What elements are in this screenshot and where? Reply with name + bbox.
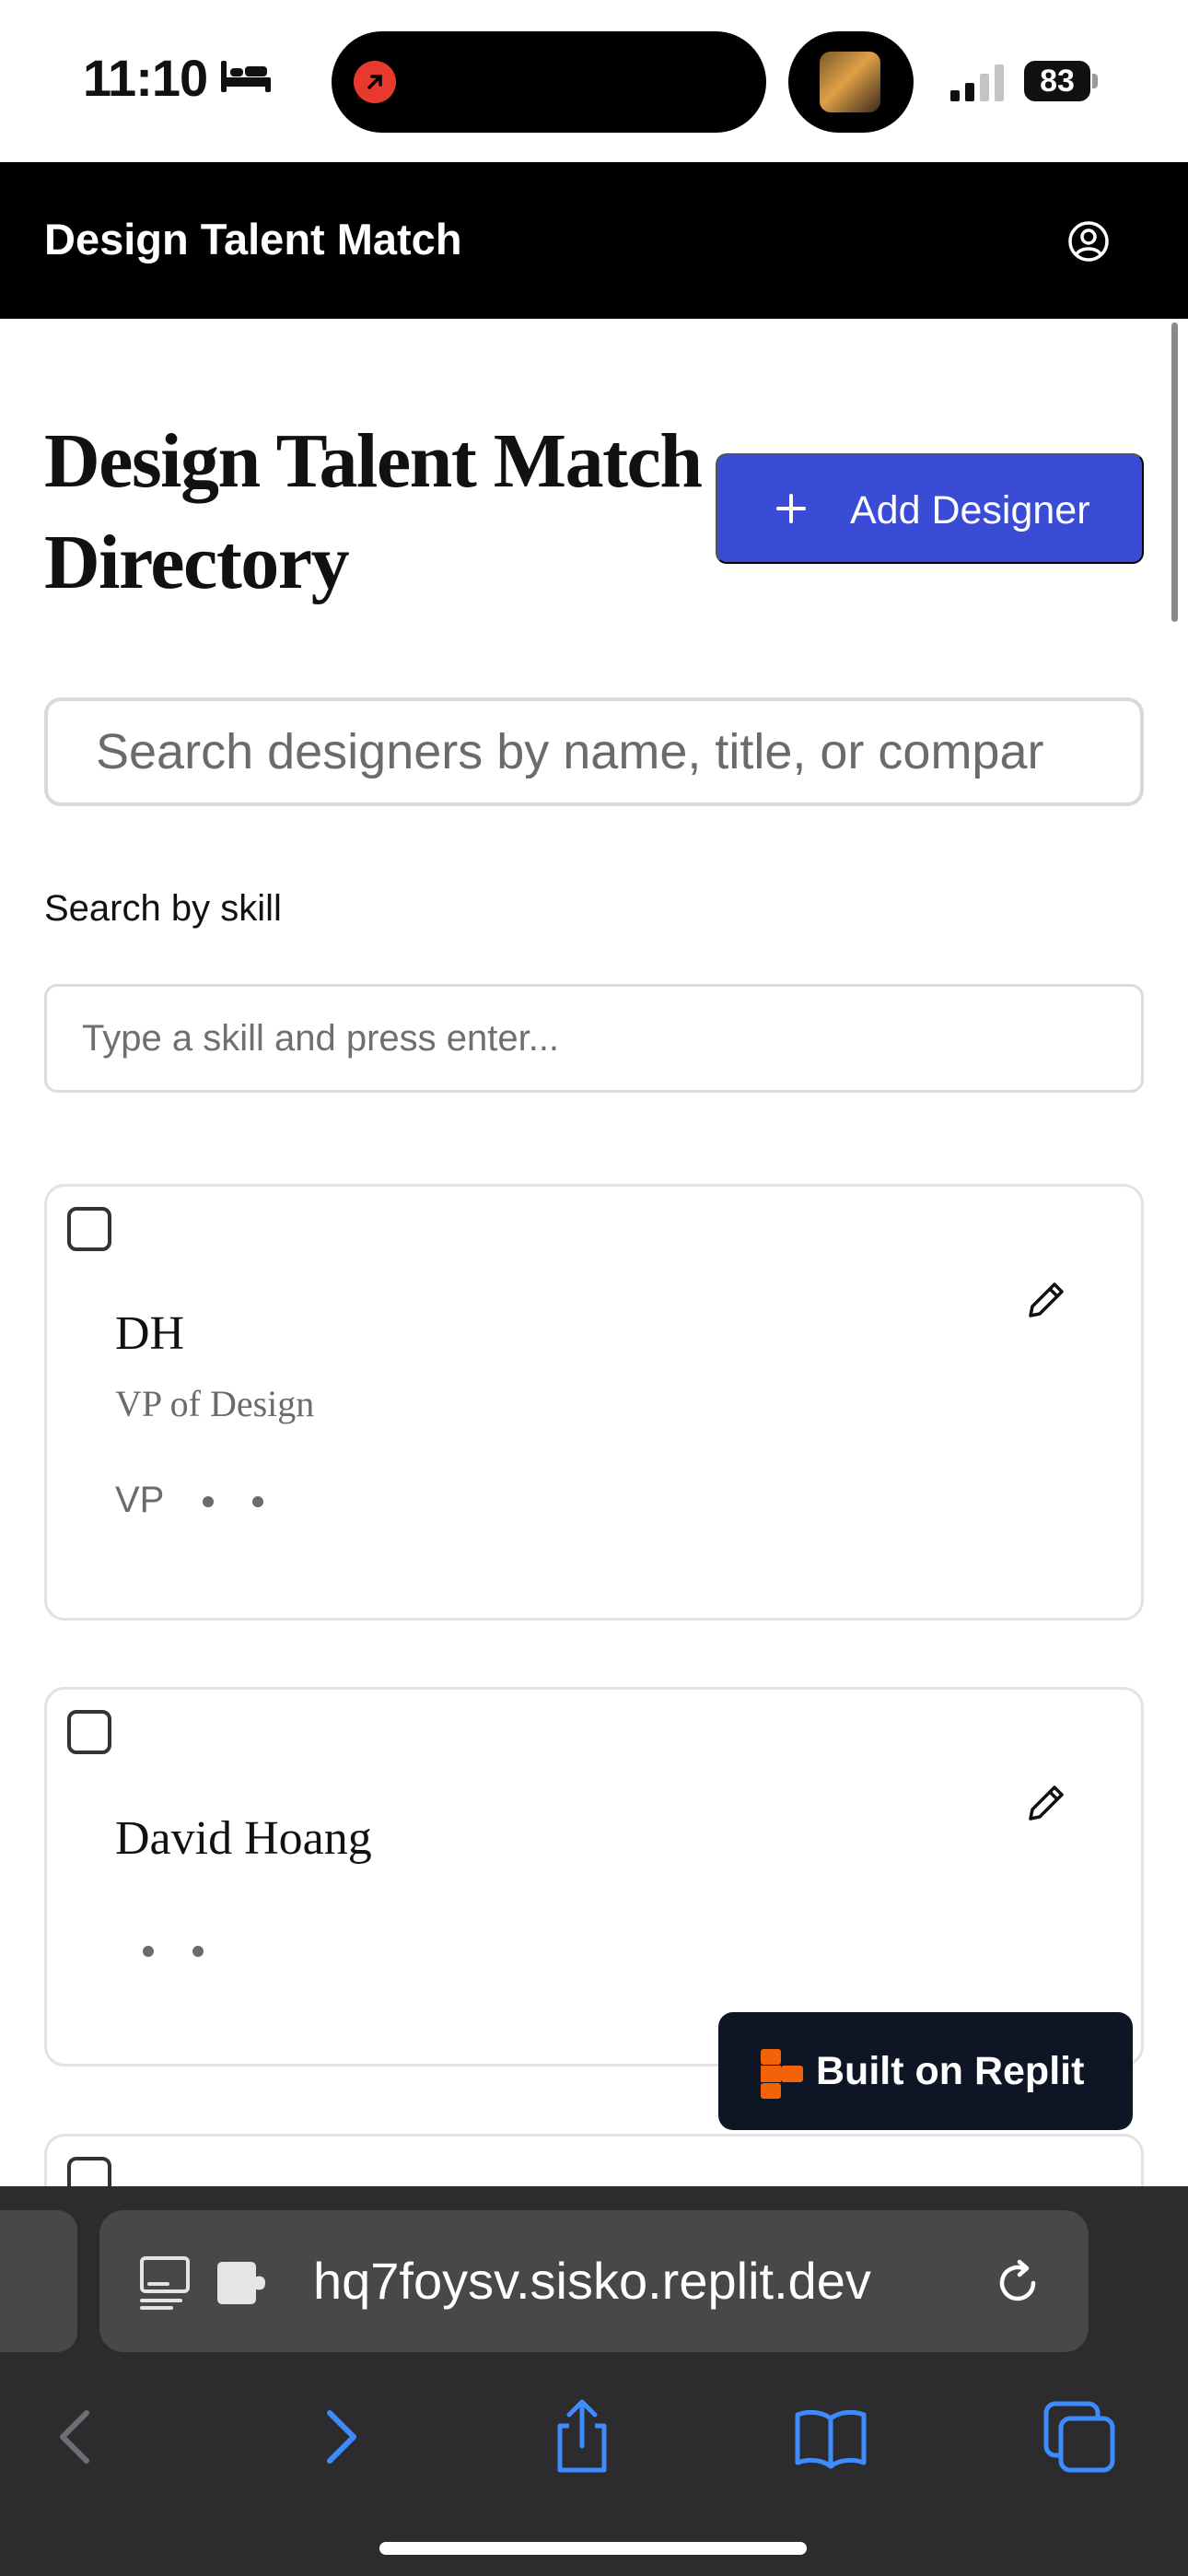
meta-separator	[192, 1946, 204, 1958]
designer-meta	[115, 1929, 204, 1971]
replit-logo-icon	[761, 2049, 803, 2099]
page-title: Design Talent Match Directory	[44, 418, 703, 605]
designer-meta: VP	[115, 1480, 264, 1521]
designer-search-input[interactable]	[44, 697, 1144, 806]
home-indicator	[379, 2542, 807, 2555]
pencil-icon[interactable]	[1021, 1275, 1071, 1325]
browser-nav-row	[0, 2371, 1188, 2500]
select-checkbox[interactable]	[67, 1207, 111, 1251]
status-time: 11:10	[83, 49, 208, 107]
account-circle-icon[interactable]	[1066, 219, 1111, 263]
reload-icon[interactable]	[989, 2254, 1046, 2312]
app-title[interactable]: Design Talent Match	[44, 214, 462, 264]
designer-name: David Hoang	[115, 1812, 372, 1865]
meta-separator	[252, 1496, 264, 1508]
now-playing-island[interactable]	[788, 31, 914, 133]
bed-icon	[221, 61, 271, 92]
add-designer-button[interactable]: Add Designer	[716, 453, 1144, 564]
battery-cap	[1092, 74, 1098, 88]
page-scrollbar[interactable]	[1171, 322, 1178, 622]
app-header: Design Talent Match	[0, 162, 1188, 319]
plus-icon	[776, 494, 806, 523]
extension-icon[interactable]	[214, 2258, 271, 2308]
page-menu-icon[interactable]	[140, 2256, 197, 2310]
previous-tab-preview[interactable]	[0, 2210, 77, 2352]
designer-title: VP of Design	[115, 1383, 315, 1424]
skill-search-label: Search by skill	[44, 888, 282, 929]
bookmarks-icon[interactable]	[792, 2398, 869, 2476]
now-playing-artwork	[820, 52, 880, 112]
back-icon[interactable]	[41, 2398, 118, 2476]
live-activity-icon	[354, 61, 396, 103]
designer-name: DH	[115, 1307, 185, 1360]
dynamic-island[interactable]	[332, 31, 766, 133]
share-icon[interactable]	[543, 2398, 621, 2476]
built-on-replit-badge[interactable]: Built on Replit	[718, 2012, 1133, 2130]
signal-icon	[950, 64, 1004, 101]
meta-separator	[143, 1946, 154, 1958]
built-on-replit-label: Built on Replit	[816, 2049, 1085, 2093]
pencil-icon[interactable]	[1021, 1778, 1071, 1828]
address-bar[interactable]: hq7foysv.sisko.replit.dev	[99, 2210, 1089, 2352]
browser-toolbar: hq7foysv.sisko.replit.dev	[0, 2186, 1188, 2576]
designer-card[interactable]: David Hoang	[44, 1687, 1144, 2067]
select-checkbox[interactable]	[67, 1710, 111, 1754]
meta-separator	[203, 1496, 215, 1508]
add-designer-label: Add Designer	[850, 488, 1090, 533]
tabs-icon[interactable]	[1041, 2398, 1118, 2476]
forward-icon[interactable]	[298, 2398, 376, 2476]
status-bar: 11:10 83	[0, 0, 1188, 162]
skill-search-input[interactable]	[44, 984, 1144, 1093]
battery-level: 83	[1024, 61, 1090, 101]
url-text[interactable]: hq7foysv.sisko.replit.dev	[313, 2251, 871, 2311]
designer-meta-level: VP	[115, 1480, 165, 1520]
designer-card[interactable]: DH VP of Design VP	[44, 1184, 1144, 1621]
battery-icon: 83	[1024, 61, 1098, 101]
